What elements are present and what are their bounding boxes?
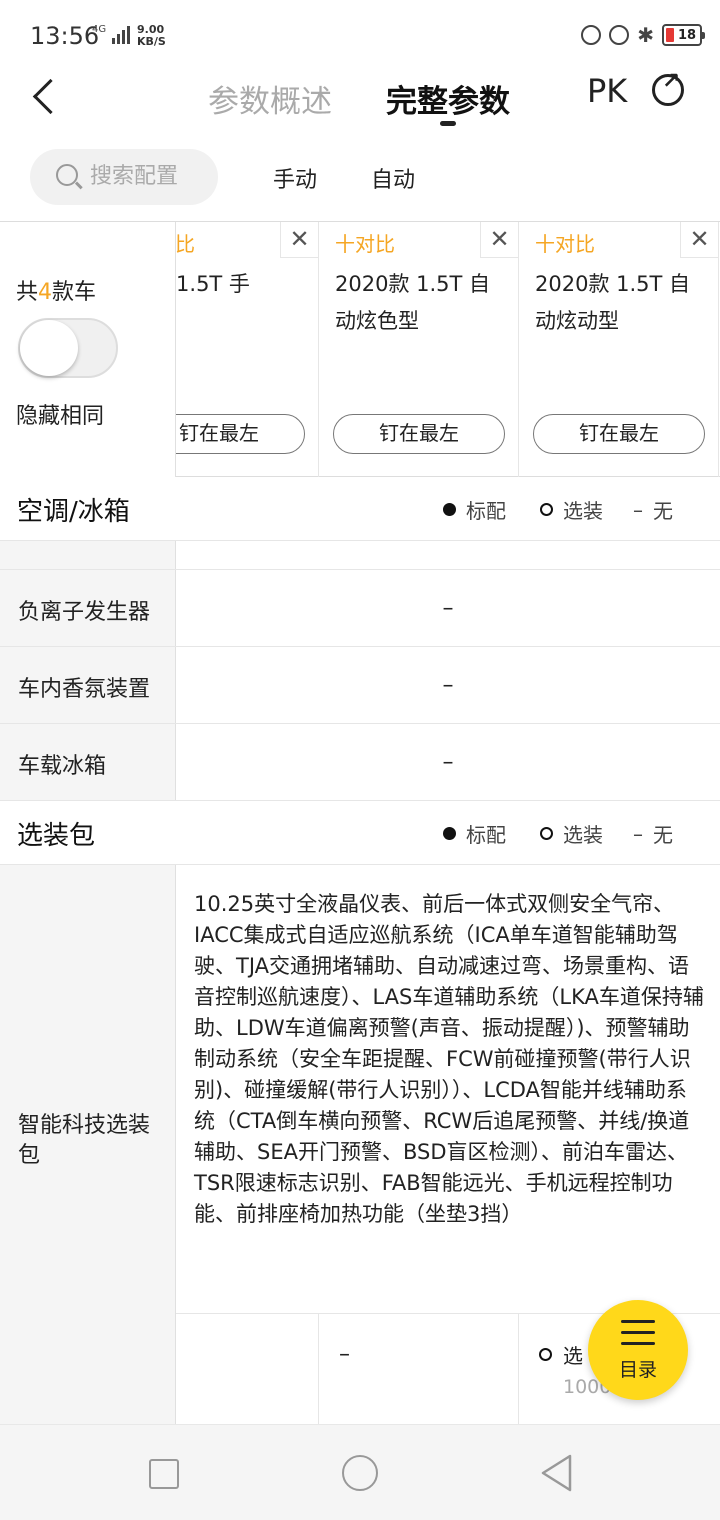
filter-auto[interactable]: 自动 [371, 162, 415, 194]
list-icon [621, 1320, 655, 1353]
status-bar: 13:56 4G 9.00 KB/S ✱ 18 [0, 0, 720, 70]
car-count: 共4款车 [16, 280, 97, 305]
optional-circle-icon [540, 503, 553, 516]
add-compare-button[interactable]: 十对比 [535, 228, 595, 257]
optional-circle-icon [539, 1348, 552, 1361]
legend: 标配 选装 – 无 [443, 819, 673, 848]
recent-apps-button[interactable] [149, 1459, 179, 1489]
car-column: 十对比 ✕ 2020款 1.5T 自动炫色型 钉在最左 [319, 222, 519, 478]
search-input[interactable] [90, 161, 210, 191]
bluetooth-icon: ✱ [637, 23, 654, 47]
tab-full-params[interactable]: 完整参数 [386, 76, 510, 121]
table-row: 车载冰箱 – [0, 724, 720, 801]
catalog-button[interactable]: 目录 [588, 1300, 688, 1400]
pin-left-button[interactable]: 钉在最左 [333, 414, 505, 454]
optional-circle-icon [540, 827, 553, 840]
package-description: 10.25英寸全液晶仪表、前后一体式双侧安全气帘、IACC集成式自适应巡航系统（… [194, 892, 704, 1226]
none-dash-icon: – [633, 821, 643, 846]
filter-manual[interactable]: 手动 [273, 162, 317, 194]
close-icon[interactable]: ✕ [480, 222, 518, 258]
standard-dot-icon [443, 503, 456, 516]
battery-icon: 18 [662, 24, 705, 46]
back-nav-button[interactable] [540, 1454, 572, 1492]
catalog-label: 目录 [618, 1359, 657, 1381]
rotation-lock-icon [581, 25, 602, 45]
row-value: – [442, 750, 454, 775]
row-value: – [442, 673, 454, 698]
none-dash-icon: – [633, 497, 643, 522]
toggle-knob [20, 320, 78, 376]
standard-dot-icon [443, 827, 456, 840]
hide-same-label: 隐藏相同 [16, 404, 105, 429]
cell-option-label: 选 [563, 1344, 583, 1368]
package-cell [176, 1314, 319, 1424]
section-title: 空调/冰箱 [17, 497, 130, 527]
clock: 13:56 [30, 22, 100, 50]
table-row: 车内香氛装置 – [0, 647, 720, 724]
section-title: 选装包 [17, 821, 96, 851]
add-compare-button[interactable]: 十对比 [335, 228, 395, 257]
car-name: 0款 1.5T 手 动型 [176, 272, 250, 333]
row-label: 智能科技选装包 [18, 1113, 151, 1168]
network-type: 4G [92, 24, 107, 35]
table-row: 负离子发生器 – [0, 570, 720, 647]
car-name: 2020款 1.5T 自动炫色型 [335, 272, 491, 333]
package-cell: – [319, 1314, 519, 1424]
search-icon [56, 164, 78, 186]
home-button[interactable] [342, 1455, 378, 1491]
system-nav-bar [0, 1424, 720, 1520]
section-header-options: 选装包 标配 选装 – 无 [0, 801, 720, 865]
close-icon[interactable]: ✕ [280, 222, 318, 258]
signal-icon [112, 26, 130, 44]
car-name: 2020款 1.5T 自动炫动型 [535, 272, 691, 333]
network-speed: 9.00 KB/S [137, 23, 166, 48]
pk-button[interactable]: PK [587, 72, 627, 110]
back-button[interactable] [28, 78, 68, 118]
row-value: – [442, 596, 454, 621]
table-row-partial [0, 541, 720, 570]
row-label: 负离子发生器 [18, 600, 151, 625]
car-column: 比 ✕ 0款 1.5T 手 动型 钉在最左 [176, 222, 319, 478]
tab-indicator [440, 121, 456, 126]
alarm-icon [609, 25, 630, 45]
share-icon[interactable] [652, 69, 684, 106]
cell-value: – [339, 1342, 350, 1367]
close-icon[interactable]: ✕ [680, 222, 718, 258]
pin-left-button[interactable]: 钉在最左 [533, 414, 705, 454]
row-label: 车内香氛装置 [18, 677, 151, 702]
add-compare-button[interactable]: 比 [176, 228, 195, 257]
compare-control-panel: 共4款车 隐藏相同 [0, 222, 176, 478]
battery-level: 18 [678, 27, 697, 43]
search-box[interactable] [30, 149, 218, 205]
section-header-ac: 空调/冰箱 标配 选装 – 无 [0, 477, 720, 541]
row-label: 车载冰箱 [18, 754, 107, 779]
pin-left-button[interactable]: 钉在最左 [176, 414, 305, 454]
car-column: 十对比 ✕ 2020款 1.5T 自动炫动型 钉在最左 [519, 222, 719, 478]
car-columns: 比 ✕ 0款 1.5T 手 动型 钉在最左 十对比 ✕ 2020款 1.5T 自… [176, 222, 720, 478]
hide-same-toggle[interactable] [18, 318, 118, 378]
tab-overview[interactable]: 参数概述 [208, 76, 332, 121]
legend: 标配 选装 – 无 [443, 495, 673, 524]
comparison-header: 共4款车 隐藏相同 比 ✕ 0款 1.5T 手 动型 钉在最左 十对比 ✕ 20… [0, 221, 720, 478]
